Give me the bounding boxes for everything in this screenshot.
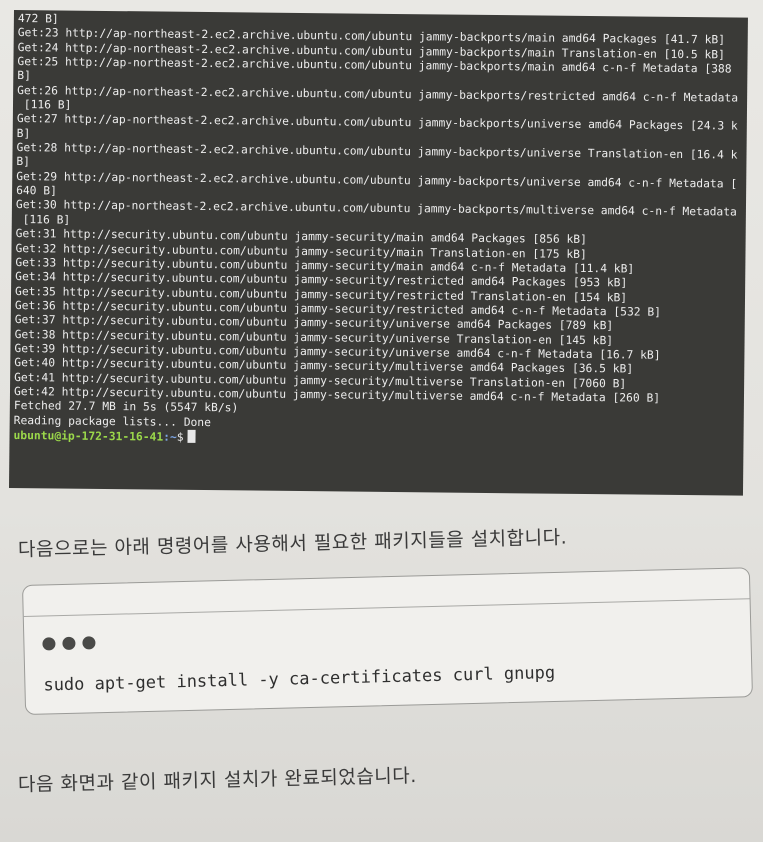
terminal-screenshot: 472 B] Get:23 http://ap-northeast-2.ec2.a…	[8, 10, 748, 496]
terminal-output: 472 B] Get:23 http://ap-northeast-2.ec2.a…	[14, 12, 744, 436]
result-paragraph: 다음 화면과 같이 패키지 설치가 완료되었습니다.	[17, 764, 418, 796]
terminal-cursor	[187, 429, 196, 443]
window-dots	[42, 636, 96, 651]
window-dot-icon	[62, 636, 76, 651]
code-command: sudo apt-get install -y ca-certificates …	[43, 663, 556, 696]
instruction-paragraph: 다음으로는 아래 명령어를 사용해서 필요한 패키지들을 설치합니다.	[17, 526, 568, 561]
prompt-path: :~	[163, 430, 177, 444]
code-block: sudo apt-get install -y ca-certificates …	[22, 567, 753, 715]
window-dot-icon	[42, 637, 56, 651]
prompt-symbol: $	[176, 430, 184, 444]
prompt-user-host: ubuntu@ip-172-31-16-41	[13, 428, 164, 444]
code-block-header-divider	[23, 598, 750, 617]
window-dot-icon	[82, 636, 96, 650]
